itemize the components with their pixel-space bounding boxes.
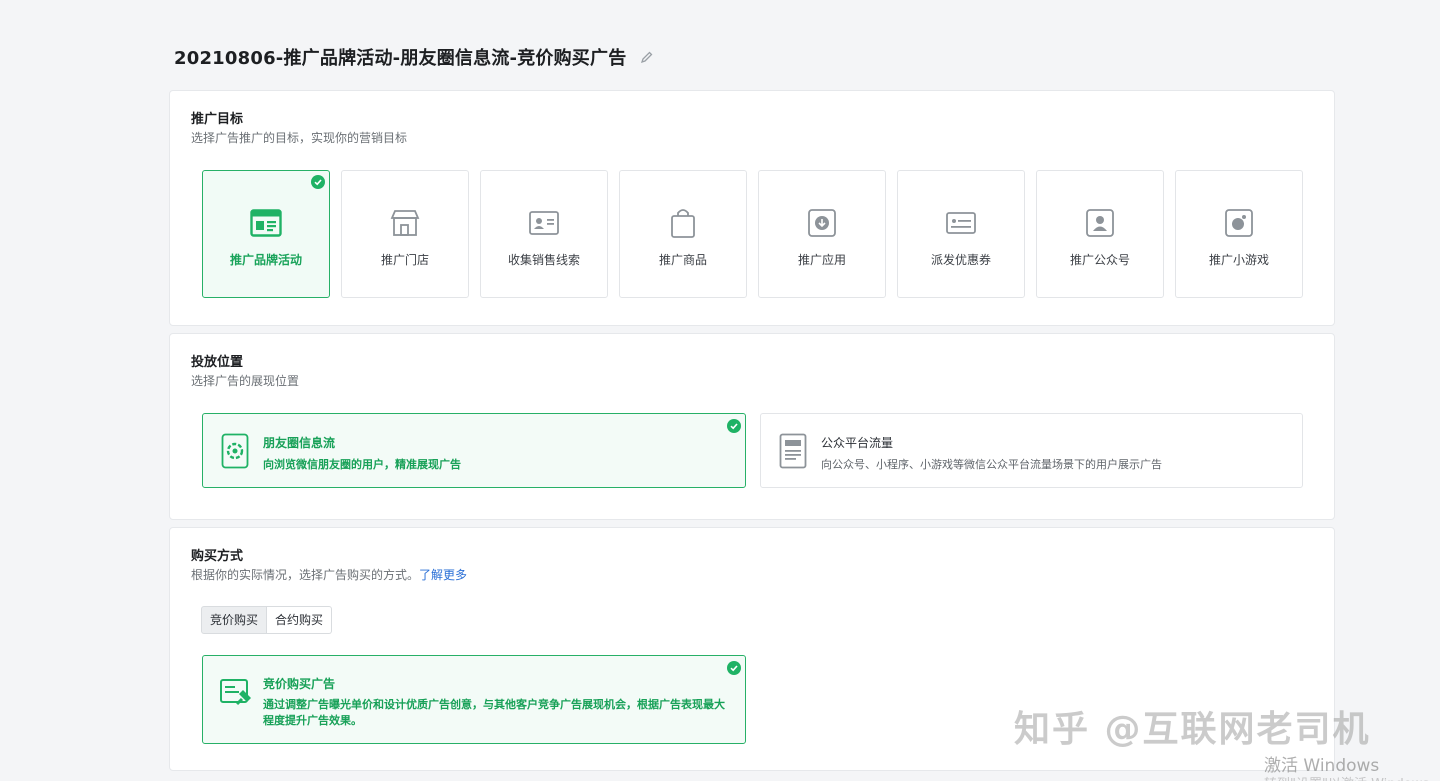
- placement-desc: 向浏览微信朋友圈的用户，精准展现广告: [263, 458, 461, 471]
- objective-leads[interactable]: 收集销售线索: [480, 170, 608, 298]
- placement-name: 朋友圈信息流: [263, 436, 336, 450]
- contact-card-icon: [528, 207, 560, 239]
- tab-contract[interactable]: 合约购买: [267, 606, 333, 634]
- objective-coupon[interactable]: 派发优惠券: [897, 170, 1025, 298]
- download-app-icon: [806, 207, 838, 239]
- objective-label: 推广应用: [797, 253, 846, 267]
- coupon-icon: [945, 207, 977, 239]
- objective-label: 推广公众号: [1069, 253, 1130, 267]
- check-icon: [727, 419, 741, 433]
- objective-brand-activity[interactable]: 推广品牌活动: [202, 170, 330, 298]
- objective-label: 推广品牌活动: [229, 253, 302, 267]
- option-desc: 通过调整广告曝光单价和设计优质广告创意，与其他客户竞争广告展现机会，根据广告表现…: [263, 698, 725, 727]
- placement-official-platform[interactable]: 公众平台流量 向公众号、小程序、小游戏等微信公众平台流量场景下的用户展示广告: [760, 413, 1303, 488]
- page-title: 20210806-推广品牌活动-朋友圈信息流-竞价购买广告: [174, 48, 627, 69]
- section-title: 购买方式: [191, 549, 244, 564]
- section-desc-text: 根据你的实际情况，选择广告购买的方式。: [191, 568, 420, 582]
- official-account-icon: [1084, 207, 1116, 239]
- section-title: 投放位置: [191, 355, 244, 370]
- watermark: 知乎 @互联网老司机: [1014, 709, 1371, 750]
- objective-product[interactable]: 推广商品: [619, 170, 747, 298]
- objective-label: 收集销售线索: [507, 253, 580, 267]
- buying-mode-tabs: 竞价购买 合约购买: [201, 606, 333, 634]
- section-desc: 选择广告的展现位置: [191, 374, 300, 388]
- objective-mini-game[interactable]: 推广小游戏: [1175, 170, 1303, 298]
- placement-desc: 向公众号、小程序、小游戏等微信公众平台流量场景下的用户展示广告: [821, 458, 1162, 471]
- objective-label: 派发优惠券: [930, 253, 991, 267]
- check-icon: [727, 661, 741, 675]
- bidding-ad-option[interactable]: 竞价购买广告 通过调整广告曝光单价和设计优质广告创意，与其他客户竞争广告展现机会…: [202, 655, 746, 744]
- learn-more-link[interactable]: 了解更多: [419, 568, 467, 582]
- objective-grid: 推广品牌活动 推广门店 收集销售线索 推广商品 推广应用 派发优惠券 推广公众号…: [202, 170, 1303, 298]
- placement-card: 投放位置 选择广告的展现位置 朋友圈信息流 向浏览微信朋友圈的用户，精准展现广告…: [169, 333, 1335, 520]
- check-icon: [311, 175, 325, 189]
- mini-game-icon: [1223, 207, 1255, 239]
- objective-app[interactable]: 推广应用: [758, 170, 886, 298]
- tab-bidding[interactable]: 竞价购买: [201, 606, 268, 634]
- objective-label: 推广门店: [380, 253, 429, 267]
- objective-label: 推广小游戏: [1208, 253, 1269, 267]
- section-desc: 根据你的实际情况，选择广告购买的方式。了解更多: [191, 566, 467, 583]
- objective-label: 推广商品: [658, 253, 707, 267]
- option-name: 竞价购买广告: [263, 677, 336, 691]
- section-title: 推广目标: [191, 112, 244, 127]
- placement-name: 公众平台流量: [821, 436, 894, 450]
- placement-moments-feed[interactable]: 朋友圈信息流 向浏览微信朋友圈的用户，精准展现广告: [202, 413, 746, 488]
- browser-window-icon: [250, 207, 282, 239]
- section-desc: 选择广告推广的目标，实现你的营销目标: [191, 131, 408, 145]
- objective-official-account[interactable]: 推广公众号: [1036, 170, 1164, 298]
- moments-aperture-icon: [221, 433, 249, 469]
- bid-hammer-icon: [219, 678, 253, 708]
- shopping-bag-icon: [667, 207, 699, 239]
- article-page-icon: [779, 433, 807, 469]
- windows-activation-hint: 转到"设置"以激活 Windows。: [1264, 773, 1440, 781]
- objective-store[interactable]: 推广门店: [341, 170, 469, 298]
- objective-card: 推广目标 选择广告推广的目标，实现你的营销目标 推广品牌活动 推广门店 收集销售…: [169, 90, 1335, 326]
- store-icon: [389, 207, 421, 239]
- page-header: 20210806-推广品牌活动-朋友圈信息流-竞价购买广告: [174, 44, 654, 70]
- pencil-icon[interactable]: [640, 50, 654, 64]
